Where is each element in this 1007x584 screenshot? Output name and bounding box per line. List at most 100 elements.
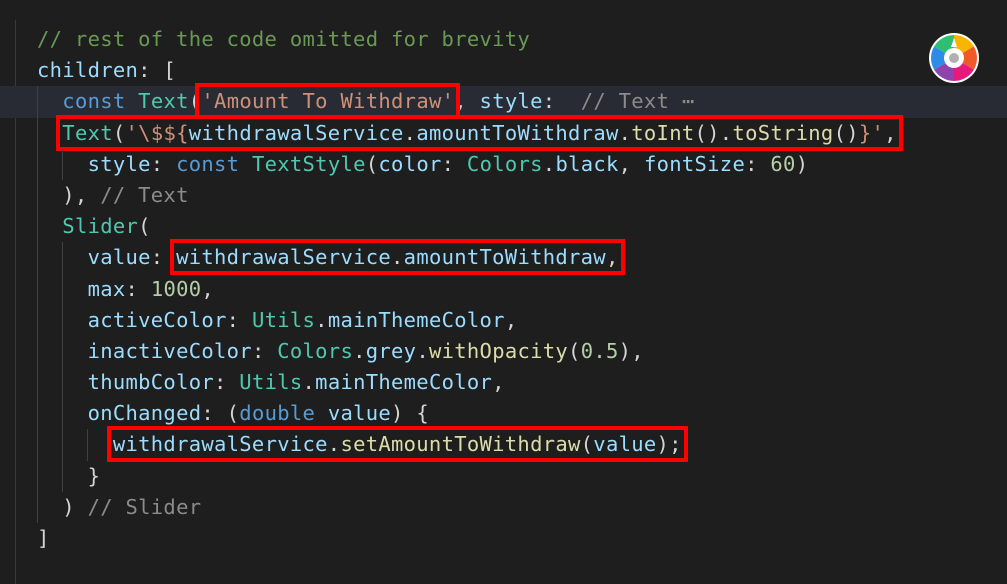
indent-guide <box>37 148 38 180</box>
code-token: }' <box>858 120 885 145</box>
code-line[interactable]: const Text('Amount To Withdraw', style: … <box>0 83 1007 120</box>
code-token: black <box>555 151 619 176</box>
code-token: ( <box>580 432 594 457</box>
code-token: : <box>441 151 467 176</box>
code-token: , <box>618 151 644 176</box>
code-token: ( <box>188 89 202 114</box>
code-token: thumbColor <box>87 370 214 395</box>
indent-guide <box>37 273 38 305</box>
indent-guide <box>37 211 38 243</box>
code-token: const <box>62 89 126 114</box>
indent-guide <box>37 242 38 274</box>
code-token: , <box>605 245 619 270</box>
code-token: . <box>542 151 556 176</box>
indent-guide <box>37 460 38 492</box>
code-token: : <box>150 245 177 270</box>
code-token: onChanged <box>87 401 202 426</box>
code-token: // Slider <box>87 494 202 519</box>
code-token: max <box>87 276 126 301</box>
code-token: withdrawalService <box>176 245 392 270</box>
code-token: ); <box>656 432 682 457</box>
code-token: Utils <box>251 307 316 332</box>
code-token: ), <box>37 182 101 207</box>
indent-guide <box>62 398 64 430</box>
code-token: // Text ⋯ <box>580 89 695 114</box>
code-token: , <box>884 120 897 145</box>
code-line[interactable]: Slider( <box>0 211 1007 243</box>
code-line[interactable]: ) // Slider <box>0 491 1007 523</box>
code-line[interactable]: activeColor: Utils.mainThemeColor, <box>0 304 1007 336</box>
code-token: color <box>378 151 442 176</box>
indent-guide <box>62 148 64 180</box>
code-token: // Text <box>100 182 189 207</box>
code-token: Colors <box>466 151 543 176</box>
code-token: Slider <box>62 214 139 239</box>
code-line[interactable]: ), // Text <box>0 179 1007 212</box>
code-token: . <box>416 338 429 363</box>
code-line[interactable]: onChanged: (double value) { <box>0 398 1007 430</box>
code-token: '\$${ <box>125 120 189 145</box>
code-token: } <box>37 463 101 488</box>
code-token: const <box>176 151 240 176</box>
code-token: : <box>125 276 151 301</box>
code-token: : <box>214 370 240 395</box>
code-line[interactable]: // rest of the code omitted for brevity <box>0 24 1007 55</box>
code-token: value <box>87 245 151 270</box>
code-line[interactable]: } <box>0 460 1007 492</box>
code-token: style <box>479 89 543 114</box>
code-line[interactable]: inactiveColor: Colors.grey.withOpacity(0… <box>0 335 1007 368</box>
code-token: ) <box>37 494 88 519</box>
code-token: ( <box>568 338 581 363</box>
code-token: value <box>327 401 392 426</box>
code-token: grey <box>365 338 417 363</box>
code-token: (). <box>694 120 733 145</box>
indent-guide <box>62 367 64 399</box>
code-token: : <box>150 151 177 176</box>
code-line[interactable]: max: 1000, <box>0 273 1007 305</box>
highlighted-code-span: withdrawalService.setAmountToWithdraw(va… <box>106 426 688 463</box>
code-token: , <box>504 307 518 332</box>
code-line[interactable]: thumbColor: Utils.mainThemeColor, <box>0 367 1007 399</box>
code-token: withdrawalService <box>188 120 404 145</box>
indent-guide <box>62 429 64 461</box>
code-token: value <box>593 432 657 457</box>
code-token: , <box>201 276 215 301</box>
code-token: 0.5 <box>580 338 619 363</box>
indent-guide <box>37 179 38 212</box>
code-token: style <box>87 151 151 176</box>
highlighted-code-span: 'Amount To Withdraw' <box>195 83 461 120</box>
code-token: Utils <box>239 370 303 395</box>
code-token: amountToWithdraw <box>416 120 619 145</box>
code-area[interactable]: // rest of the code omitted for brevity c… <box>0 24 1007 554</box>
code-token: inactiveColor <box>87 338 252 363</box>
code-line[interactable]: children: [ <box>0 55 1007 86</box>
code-token: : [ <box>138 58 177 83</box>
indent-guide <box>37 335 38 368</box>
code-token: ] <box>37 526 50 550</box>
code-token: : <box>251 338 278 363</box>
indent-guide <box>37 304 38 336</box>
code-token: amountToWithdraw <box>403 245 606 270</box>
highlighted-code-span: Text('\$${withdrawalService.amountToWith… <box>56 114 903 151</box>
indent-guide <box>62 335 64 368</box>
code-line[interactable]: Text('\$${withdrawalService.amountToWith… <box>0 114 1007 151</box>
color-wheel-icon[interactable] <box>928 32 980 84</box>
code-line[interactable]: value: withdrawalService.amountToWithdra… <box>0 239 1007 276</box>
indent-guide <box>37 367 38 399</box>
indent-guide <box>37 491 38 523</box>
code-editor[interactable]: // rest of the code omitted for brevity c… <box>0 0 1007 584</box>
code-token: . <box>353 338 366 363</box>
code-line[interactable]: style: const TextStyle(color: Colors.bla… <box>0 148 1007 180</box>
code-line[interactable]: ] <box>0 523 1007 554</box>
code-token: : <box>542 89 581 114</box>
code-token: : <box>745 151 771 176</box>
code-token: fontSize <box>643 151 746 176</box>
code-token: Text <box>138 89 189 114</box>
code-token: TextStyle <box>251 151 366 176</box>
indent-guide <box>37 117 38 149</box>
indent-guide <box>37 398 38 430</box>
code-line[interactable]: withdrawalService.setAmountToWithdraw(va… <box>0 426 1007 463</box>
